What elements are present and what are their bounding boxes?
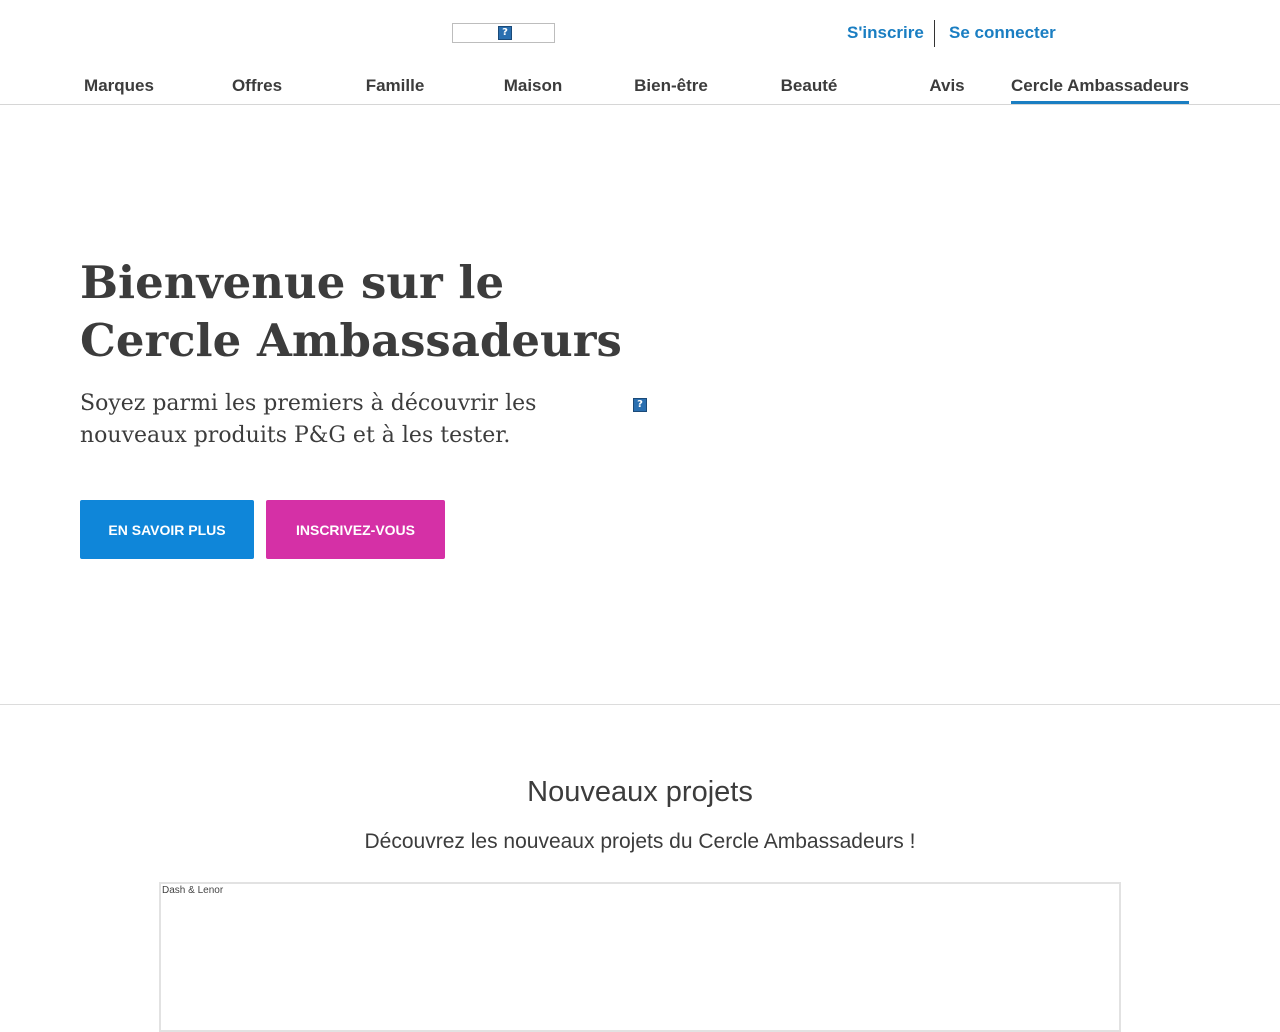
- nav-item-marques[interactable]: Marques: [84, 76, 154, 96]
- site-logo[interactable]: ?: [452, 23, 555, 43]
- header-divider: [0, 104, 1280, 105]
- hero-title: Bienvenue sur le Cercle Ambassadeurs: [80, 254, 640, 370]
- main-nav: Marques Offres Famille Maison Bien-être …: [0, 72, 1280, 104]
- login-link-wrap: Se connecter: [949, 20, 1056, 46]
- hero-subtitle-line-2: nouveaux produits P&G et à les tester.: [80, 423, 511, 448]
- project-card-alt-text: Dash & Lenor: [162, 885, 224, 896]
- signup-link[interactable]: S'inscrire: [847, 23, 924, 43]
- project-card-image[interactable]: Dash & Lenor: [159, 882, 1121, 1032]
- projects-title: Nouveaux projets: [527, 776, 753, 808]
- hero-subtitle: Soyez parmi les premiers à découvrir les…: [80, 388, 600, 452]
- auth-divider: [934, 20, 935, 47]
- nav-item-cercle-ambassadeurs[interactable]: Cercle Ambassadeurs: [1011, 76, 1189, 104]
- hero-title-line-1: Bienvenue sur le: [80, 256, 505, 309]
- projects-subtitle: Découvrez les nouveaux projets du Cercle…: [364, 830, 916, 853]
- hero-subtitle-line-1: Soyez parmi les premiers à découvrir les: [80, 391, 537, 416]
- nav-item-maison[interactable]: Maison: [504, 76, 563, 96]
- broken-image-icon: ?: [633, 398, 647, 412]
- signup-link-wrap: S'inscrire: [847, 20, 924, 46]
- signup-button[interactable]: INSCRIVEZ-VOUS: [266, 500, 445, 559]
- nav-item-beaute[interactable]: Beauté: [781, 76, 838, 96]
- hero-title-line-2: Cercle Ambassadeurs: [80, 314, 622, 367]
- broken-image-icon: ?: [498, 26, 512, 40]
- nav-item-offres[interactable]: Offres: [232, 76, 282, 96]
- nav-item-avis[interactable]: Avis: [929, 76, 964, 96]
- learn-more-button[interactable]: EN SAVOIR PLUS: [80, 500, 254, 559]
- section-divider: [0, 704, 1280, 705]
- nav-item-bien-etre[interactable]: Bien-être: [634, 76, 708, 96]
- login-link[interactable]: Se connecter: [949, 23, 1056, 43]
- nav-item-famille[interactable]: Famille: [366, 76, 425, 96]
- site-header: ? S'inscrire Se connecter Marques Offres…: [0, 0, 1280, 104]
